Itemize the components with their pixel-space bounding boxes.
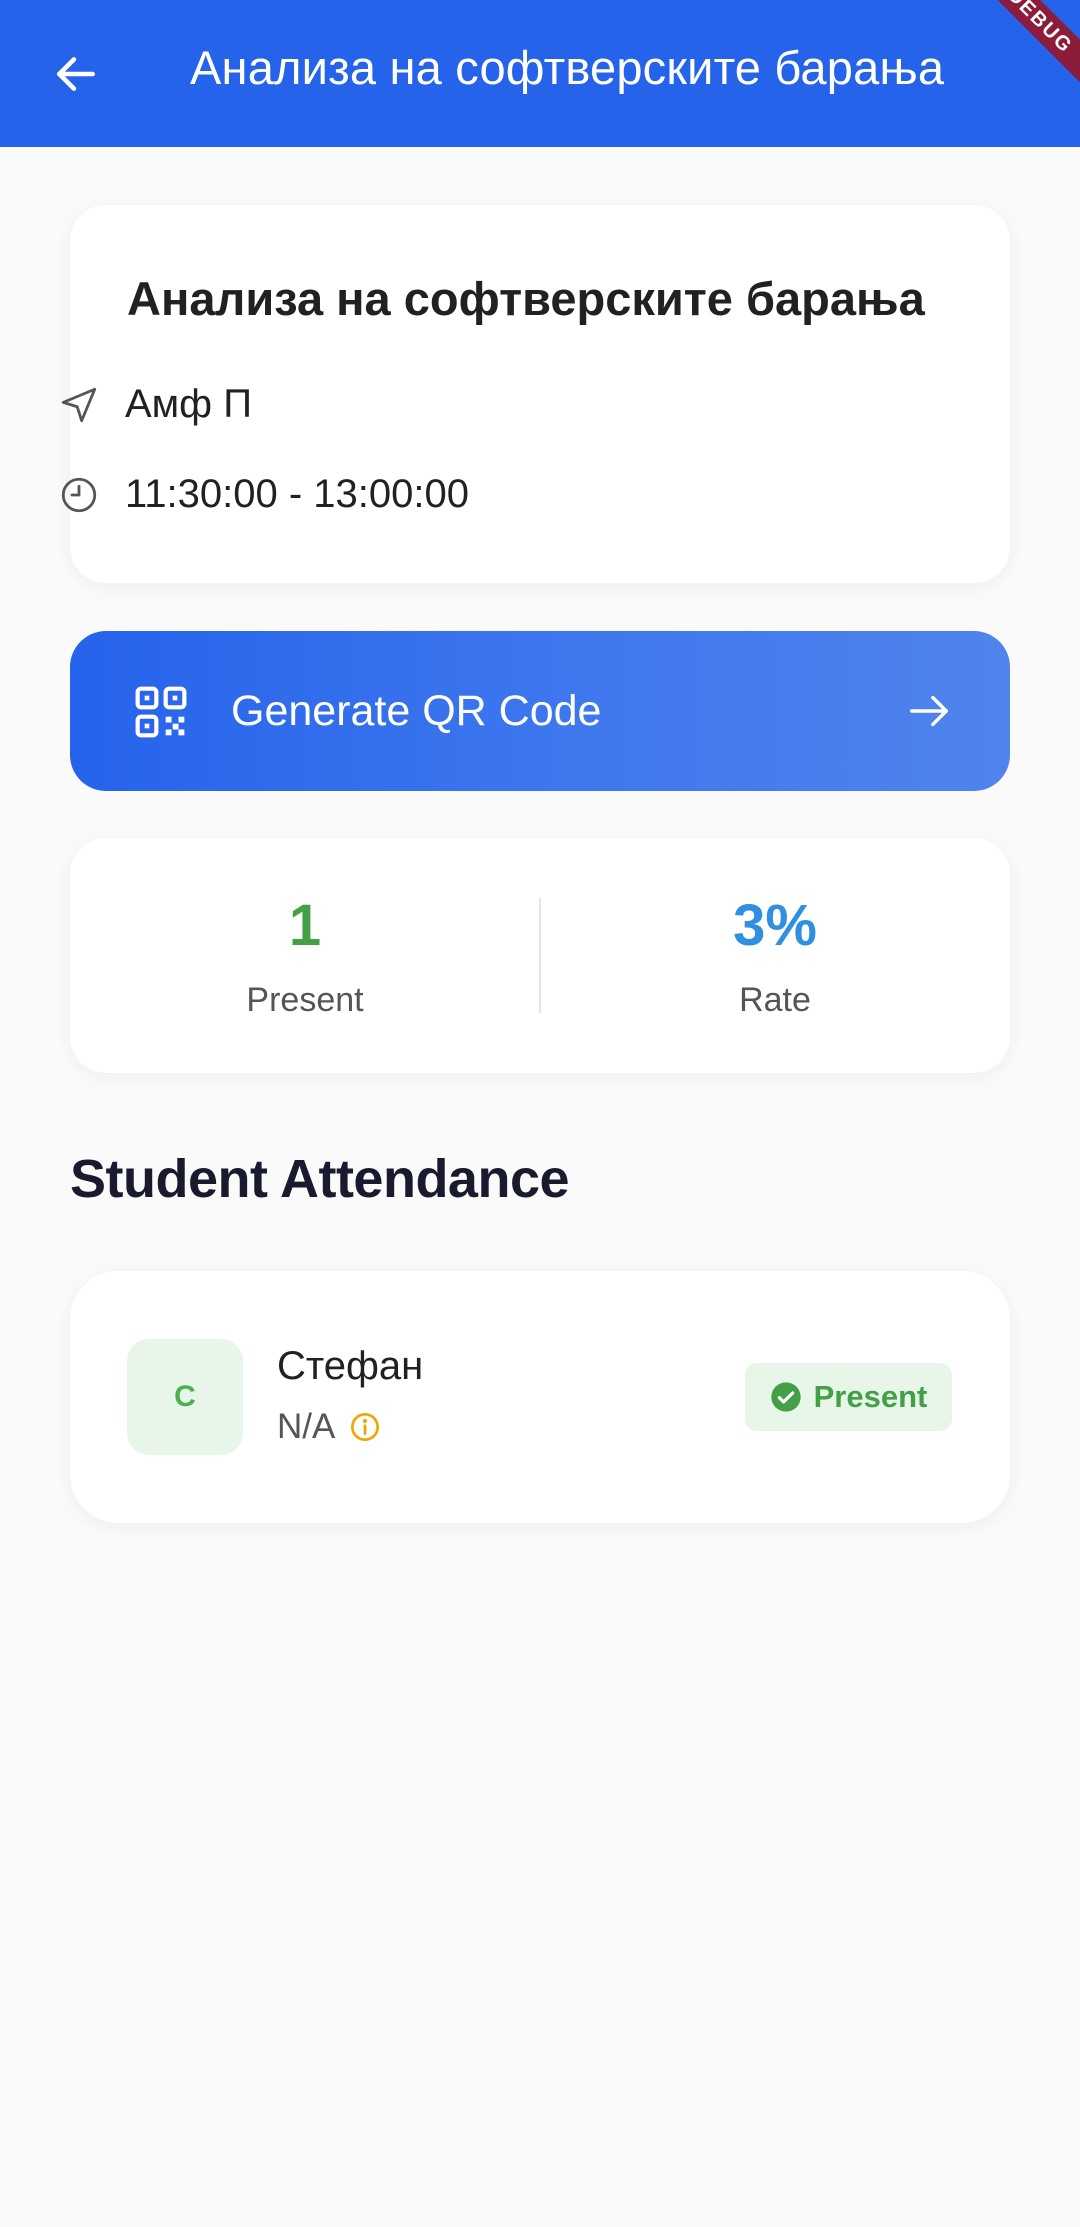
- back-button[interactable]: [40, 38, 112, 110]
- stats-card: 1 Present 3% Rate: [70, 838, 1010, 1073]
- qr-code-icon: [135, 686, 187, 738]
- location-text: Амф П: [125, 382, 252, 426]
- navigation-arrow-icon: [57, 383, 101, 427]
- generate-qr-label: Generate QR Code: [231, 687, 602, 735]
- time-row: 11:30:00 - 13:00:00: [57, 472, 469, 517]
- debug-banner: DEBUG: [958, 0, 1080, 103]
- student-index-row: N/A: [277, 1407, 381, 1447]
- status-text: Present: [813, 1379, 928, 1414]
- list-item[interactable]: С Стефан N/A Present: [70, 1271, 1010, 1523]
- page-title: Анализа на софтверските барања: [190, 41, 945, 94]
- time-text: 11:30:00 - 13:00:00: [125, 472, 469, 516]
- rate-value: 3%: [733, 893, 817, 958]
- generate-qr-button[interactable]: Generate QR Code: [70, 631, 1010, 791]
- student-index: N/A: [277, 1407, 336, 1446]
- location-row: Амф П: [57, 382, 252, 427]
- rate-stat: 3% Rate: [540, 838, 1010, 1073]
- course-title: Анализа на софтверските барања: [127, 272, 925, 325]
- status-badge: Present: [745, 1363, 952, 1431]
- present-count: 1: [288, 893, 322, 958]
- arrow-right-icon: [910, 695, 948, 727]
- student-attendance-heading: Student Attendance: [70, 1149, 570, 1209]
- avatar: С: [127, 1339, 243, 1455]
- info-icon[interactable]: [349, 1411, 381, 1443]
- arrow-left-icon: [57, 57, 95, 91]
- present-stat: 1 Present: [70, 838, 540, 1073]
- student-name: Стефан: [277, 1344, 424, 1388]
- rate-label: Rate: [739, 981, 811, 1019]
- present-label: Present: [246, 981, 364, 1019]
- app-bar: Анализа на софтверските барања DEBUG: [0, 0, 1080, 147]
- clock-icon: [57, 473, 101, 517]
- check-circle-icon: [770, 1382, 801, 1412]
